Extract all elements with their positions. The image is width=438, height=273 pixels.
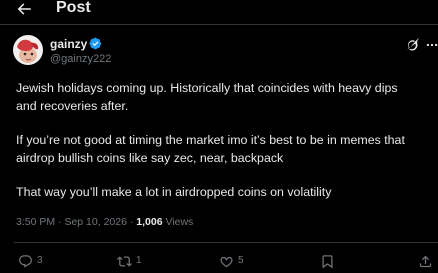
actions-divider — [14, 242, 438, 243]
arrow-left-icon — [17, 3, 31, 15]
bookmark-icon — [322, 254, 333, 268]
reply-button[interactable]: 3 — [18, 253, 43, 269]
author-handle[interactable]: @gainzy222 — [50, 53, 111, 66]
post-date[interactable]: Sep 10, 2026 — [64, 216, 126, 228]
like-count: 5 — [238, 255, 244, 266]
share-button[interactable] — [418, 253, 433, 269]
post-meta: 3:50 PM · Sep 10, 2026 · 1,006 Views — [16, 215, 193, 229]
grok-icon[interactable] — [405, 37, 420, 52]
avatar[interactable] — [13, 35, 43, 65]
post-text-line: Jewish holidays coming up. Historically … — [16, 81, 398, 95]
post-text-line: If you’re not good at timing the market … — [16, 133, 405, 147]
reply-count: 3 — [37, 255, 43, 266]
views-count: 1,006 — [136, 216, 163, 228]
like-button[interactable]: 5 — [219, 253, 244, 269]
post-text-line: airdrop bullish coins like say zec, near… — [16, 151, 284, 165]
post-time[interactable]: 3:50 PM — [16, 216, 55, 228]
author-name[interactable]: gainzy — [50, 37, 87, 51]
verified-badge-icon — [89, 37, 102, 50]
meta-separator: · — [126, 216, 137, 228]
views-label: Views — [162, 216, 194, 228]
share-icon — [419, 255, 432, 267]
heart-icon — [220, 256, 233, 267]
bookmark-button[interactable] — [320, 253, 335, 269]
post-text-line: That way you’ll make a lot in airdropped… — [16, 185, 332, 199]
repost-icon — [117, 255, 132, 267]
header-divider — [0, 24, 438, 25]
repost-count: 1 — [136, 255, 142, 266]
back-button[interactable] — [15, 0, 33, 18]
page-title: Post — [56, 0, 91, 16]
reply-icon — [19, 254, 32, 268]
top-bar: Post — [0, 0, 438, 22]
repost-button[interactable]: 1 — [117, 253, 142, 269]
more-options-icon[interactable] — [425, 38, 438, 52]
post-text-line: and recoveries after. — [16, 99, 129, 113]
avatar-image — [13, 35, 43, 65]
